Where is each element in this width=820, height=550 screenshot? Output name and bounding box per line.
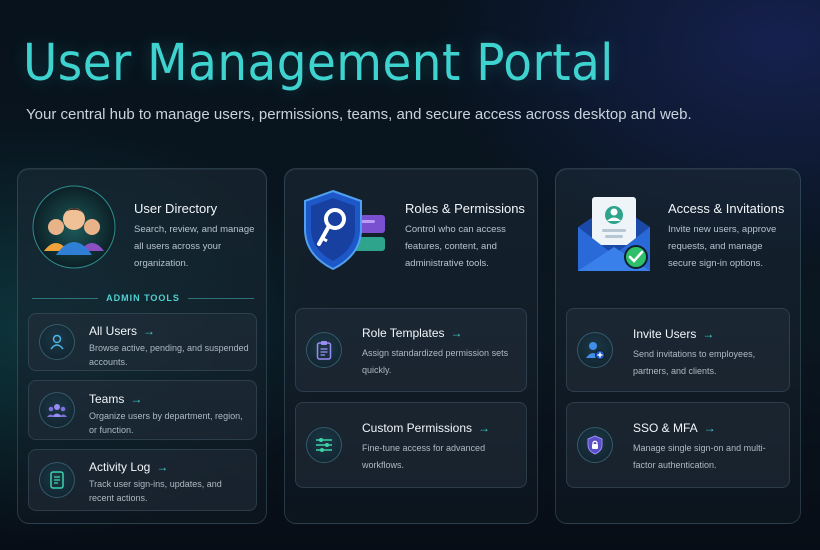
teams-item[interactable]: Teams → Organize users by department, reg… [28,380,257,440]
arrow-right-icon: → [702,327,715,341]
admin-tools-divider: ADMIN TOOLS [32,293,254,303]
role-templates-item[interactable]: Role Templates → Assign standardized perm… [295,308,527,392]
envelope-invite-icon [578,197,650,271]
all-users-title: All Users → [89,324,156,338]
sliders-icon [306,427,342,463]
access-invitations-card: Access & Invitations Invite new users, a… [555,168,801,524]
sso-mfa-desc: Manage single sign-on and multi-factor a… [633,443,766,470]
user-add-icon [577,332,613,368]
role-templates-desc: Assign standardized permission sets quic… [362,348,509,375]
arrow-right-icon: → [130,392,143,406]
activity-log-title: Activity Log → [89,460,169,474]
shield-key-icon [304,189,385,271]
all-users-desc: Browse active, pending, and suspended ac… [89,343,249,367]
sso-mfa-title: SSO & MFA → [633,421,716,435]
users-group-icon [32,185,116,269]
team-icon [39,392,75,428]
custom-permissions-item[interactable]: Custom Permissions → Fine-tune access for… [295,402,527,488]
document-icon [39,462,75,498]
lock-shield-icon [577,427,613,463]
all-users-item[interactable]: All Users → Browse active, pending, and s… [28,313,257,371]
teams-title: Teams → [89,392,143,406]
user-directory-title: User Directory [134,201,218,216]
user-icon [39,324,75,360]
invite-users-desc: Send invitations to employees, partners,… [633,349,756,376]
arrow-right-icon: → [143,324,156,338]
roles-permissions-title: Roles & Permissions [405,201,525,216]
clipboard-icon [306,332,342,368]
roles-permissions-card: Roles & Permissions Control who can acce… [284,168,538,524]
activity-log-desc: Track user sign-ins, updates, and recent… [89,479,222,503]
access-invitations-desc: Invite new users, approve requests, and … [668,224,777,269]
arrow-right-icon: → [478,421,491,435]
invite-users-item[interactable]: Invite Users → Send invitations to employ… [566,308,790,392]
arrow-right-icon: → [450,326,463,340]
role-templates-title: Role Templates → [362,326,463,340]
invite-users-title: Invite Users → [633,327,715,341]
page-title: User Management Portal [23,34,614,93]
user-directory-desc: Search, review, and manage all users acr… [134,224,255,269]
teams-desc: Organize users by department, region, or… [89,411,243,435]
roles-permissions-desc: Control who can access features, content… [405,224,506,269]
arrow-right-icon: → [156,460,169,474]
page-subtitle: Your central hub to manage users, permis… [26,106,692,123]
activity-log-item[interactable]: Activity Log → Track user sign-ins, updat… [28,449,257,511]
user-directory-card: User Directory Search, review, and manag… [17,168,267,524]
access-invitations-title: Access & Invitations [668,201,785,216]
sso-mfa-item[interactable]: SSO & MFA → Manage single sign-on and mul… [566,402,790,488]
custom-permissions-desc: Fine-tune access for advanced workflows. [362,443,486,470]
admin-tools-label: ADMIN TOOLS [106,293,180,303]
custom-permissions-title: Custom Permissions → [362,421,491,435]
arrow-right-icon: → [703,421,716,435]
